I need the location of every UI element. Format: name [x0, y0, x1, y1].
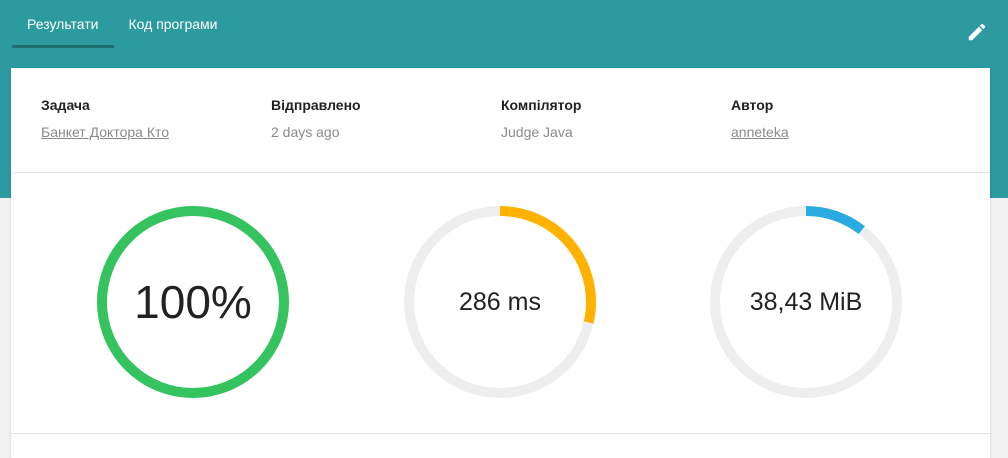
compiler-label: Компілятор: [501, 97, 582, 113]
compiler-value: Judge Java: [501, 124, 573, 140]
pencil-icon[interactable]: [966, 21, 988, 43]
sent-info: Відправлено 2 days ago: [271, 97, 361, 140]
task-link[interactable]: Банкет Доктора Кто: [41, 124, 169, 140]
compiler-info: Компілятор Judge Java: [501, 97, 581, 140]
sent-value: 2 days ago: [271, 124, 340, 140]
memory-value: 38,43 MiB: [749, 287, 863, 316]
author-info: Автор anneteka: [731, 97, 789, 140]
time-gauge: 286 ms: [400, 202, 600, 402]
time-value: 286 ms: [459, 287, 541, 316]
memory-gauge: 38,43 MiB: [706, 202, 906, 402]
tab-bar: Результати Код програми: [12, 0, 232, 48]
author-label: Автор: [731, 97, 774, 113]
submission-info: Задача Банкет Доктора Кто Відправлено 2 …: [11, 68, 990, 173]
score-value: 100%: [134, 276, 252, 328]
submission-card: Задача Банкет Доктора Кто Відправлено 2 …: [11, 68, 990, 458]
task-info: Задача Банкет Доктора Кто: [41, 97, 169, 140]
sent-label: Відправлено: [271, 97, 361, 113]
score-gauge: 100%: [93, 202, 293, 402]
tab-results[interactable]: Результати: [12, 0, 114, 48]
tab-source-code[interactable]: Код програми: [114, 0, 233, 48]
task-label: Задача: [41, 97, 90, 113]
author-link[interactable]: anneteka: [731, 124, 789, 140]
divider: [11, 433, 990, 434]
